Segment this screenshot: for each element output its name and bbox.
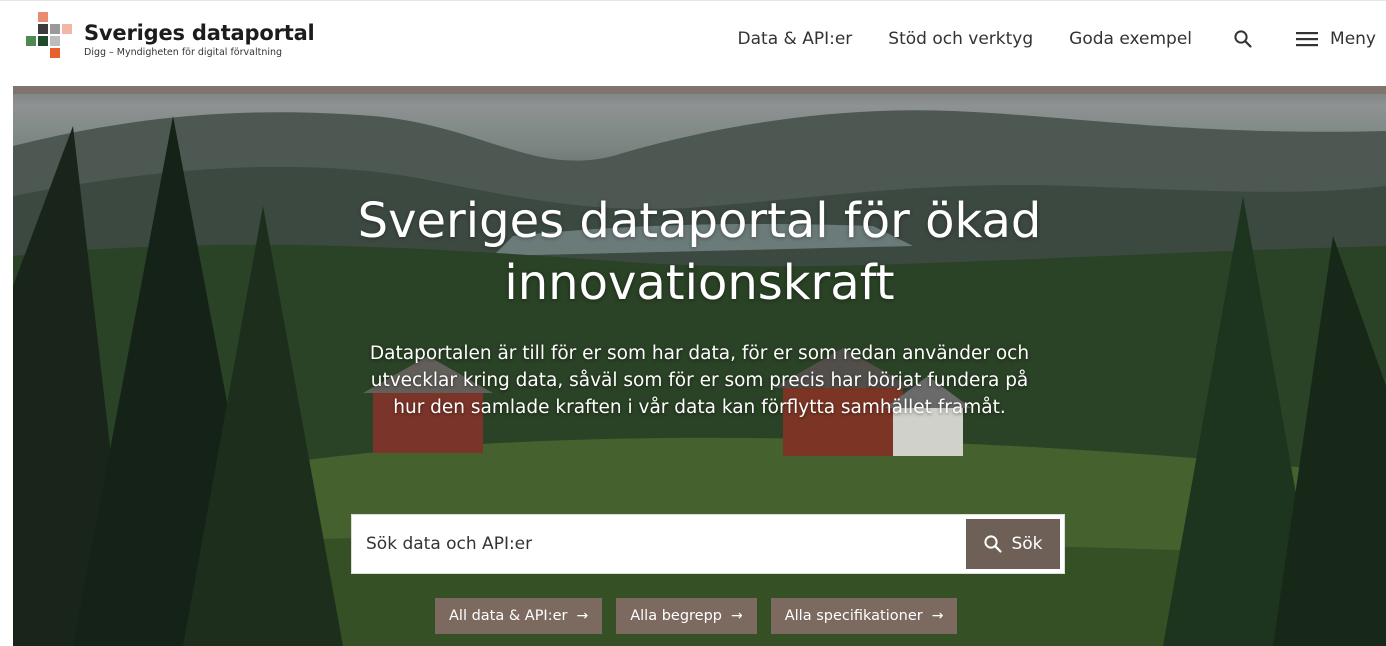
main-nav: Data & API:er Stöd och verktyg Goda exem… <box>702 25 1376 53</box>
hero-quicklinks: All data & API:er → Alla begrepp → Alla … <box>435 598 971 634</box>
quicklink-all-data-apis[interactable]: All data & API:er → <box>435 598 603 634</box>
hero-title: Sveriges dataportal för ökad innovations… <box>357 193 1042 311</box>
nav-goda-exempel[interactable]: Goda exempel <box>1069 29 1192 49</box>
search-submit-button[interactable]: Sök <box>966 519 1060 569</box>
quicklink-alla-specifikationer[interactable]: Alla specifikationer → <box>770 598 958 634</box>
hero-search: Sök <box>351 514 1065 574</box>
arrow-right-icon: → <box>931 608 944 624</box>
menu-button[interactable]: Meny <box>1296 29 1376 49</box>
search-icon <box>984 535 1003 553</box>
site-header: Sveriges dataportal Digg – Myndigheten f… <box>0 1 1386 86</box>
hamburger-menu-icon <box>1296 32 1319 47</box>
search-icon <box>1234 30 1252 48</box>
quicklink-alla-begrepp[interactable]: Alla begrepp → <box>616 598 757 634</box>
hero-intro: Dataportalen är till för er som har data… <box>369 343 1030 418</box>
hero-section: Sveriges dataportal för ökad innovations… <box>13 86 1386 646</box>
header-search-button[interactable] <box>1232 28 1254 50</box>
brand-subtitle: Digg – Myndigheten för digital förvaltni… <box>84 47 283 58</box>
nav-stod-och-verktyg[interactable]: Stöd och verktyg <box>888 29 1033 49</box>
dataportal-logo[interactable] <box>26 12 74 60</box>
brand-name: Sveriges dataportal <box>84 21 315 45</box>
arrow-right-icon: → <box>576 608 589 624</box>
hero-top-stripe <box>13 86 1386 94</box>
arrow-right-icon: → <box>731 608 743 624</box>
brand[interactable]: Sveriges dataportal Digg – Myndigheten f… <box>84 21 315 58</box>
search-submit-label: Sök <box>1011 534 1043 554</box>
menu-label: Meny <box>1330 29 1376 49</box>
search-input[interactable] <box>352 515 980 573</box>
nav-data-apis[interactable]: Data & API:er <box>738 29 853 49</box>
